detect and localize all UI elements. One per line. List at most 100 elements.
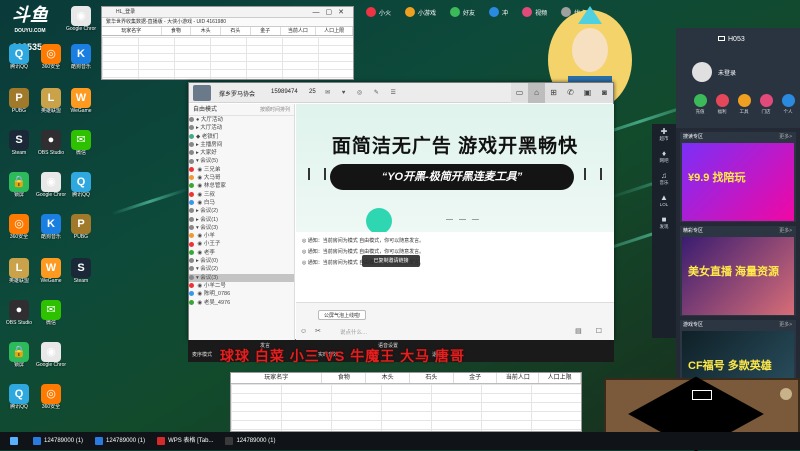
desktop-app-icon[interactable]: ◉Google Chrome bbox=[66, 6, 96, 40]
desktop-app-icon[interactable]: ● OBS Studio bbox=[36, 130, 66, 164]
zone-promo[interactable]: 美女直播 海量资源 bbox=[682, 237, 794, 315]
column-header[interactable]: 人口上限 bbox=[316, 27, 353, 35]
zone-more-link[interactable]: 更多> bbox=[779, 226, 792, 236]
column-header[interactable]: 食物 bbox=[322, 373, 367, 383]
channel-mode[interactable]: 自由模式 按顺时间排列 bbox=[189, 104, 294, 116]
nav-item[interactable]: ▲ LOL bbox=[652, 190, 676, 212]
header-icons[interactable]: ✉ ♥ ◎ ✎ ☰ bbox=[325, 89, 401, 96]
send-icons[interactable]: ▤ ☐ bbox=[575, 327, 608, 335]
desktop-app-icon[interactable]: W WeGame bbox=[66, 88, 96, 122]
column-header[interactable]: 石头 bbox=[221, 27, 251, 35]
message-input[interactable]: 说点什么… bbox=[340, 328, 368, 336]
column-header[interactable]: 人口上限 bbox=[539, 373, 581, 383]
banner-item[interactable]: 小游戏 bbox=[405, 7, 436, 17]
quick-button[interactable]: 门店 bbox=[756, 94, 776, 115]
quick-button[interactable]: 工具 bbox=[734, 94, 754, 115]
desktop-app-icon[interactable]: L 英雄联盟 bbox=[36, 88, 66, 122]
taskbar-item[interactable]: 124789000 (1) bbox=[221, 434, 279, 448]
column-header[interactable]: 玩家名字 bbox=[231, 373, 323, 383]
desktop-app-icon[interactable]: ◎ 360安全 bbox=[4, 214, 34, 248]
desktop-app-icon[interactable]: ◉Google Chrome bbox=[36, 342, 66, 376]
banner-item[interactable]: 好友 bbox=[450, 7, 475, 17]
taskbar-item[interactable]: WPS 表格 [Tab... bbox=[153, 434, 217, 448]
screen-icon[interactable]: ▭ bbox=[511, 83, 528, 103]
zone-promo[interactable]: ¥9.9 找陪玩 bbox=[682, 143, 794, 221]
desktop-app-icon[interactable]: ◎ 360安全 bbox=[36, 44, 66, 78]
channel-item[interactable]: ◉ 大马哥 bbox=[189, 174, 294, 182]
desktop-app-icon[interactable]: ◉Google Chrome bbox=[36, 172, 66, 206]
column-header[interactable]: 木头 bbox=[191, 27, 222, 35]
top-spreadsheet-window[interactable]: HL_登录 —▢✕ 繁华世界收集数据-直播版 - 大侠小游戏 - UID 416… bbox=[101, 6, 354, 80]
column-header[interactable]: 玩家名字 bbox=[102, 27, 162, 35]
desktop-app-icon[interactable]: ◎ 360安全 bbox=[36, 384, 66, 418]
column-header[interactable]: 石头 bbox=[410, 373, 454, 383]
window-controls[interactable]: —▢✕ bbox=[313, 7, 350, 17]
channel-item[interactable]: ▸ 大厅活动 bbox=[189, 124, 294, 132]
desktop-app-icon[interactable]: W WeGame bbox=[36, 258, 66, 292]
desktop-app-icon[interactable]: P PUBG bbox=[66, 214, 96, 248]
start-button[interactable] bbox=[6, 434, 25, 448]
channel-item[interactable]: ◆ 老铁们 bbox=[189, 133, 294, 141]
minimap-viewport[interactable] bbox=[692, 390, 712, 400]
zone-card[interactable]: 精彩专区 更多> 美女直播 海量资源 bbox=[680, 226, 796, 316]
channel-item[interactable]: ▸ 会议(0) bbox=[189, 257, 294, 265]
channel-item[interactable]: ◉ 三叔 bbox=[189, 191, 294, 199]
zone-more-link[interactable]: 更多> bbox=[779, 320, 792, 330]
column-header[interactable]: 当前人口 bbox=[497, 373, 540, 383]
channel-item[interactable]: ▾ 会议(2) bbox=[189, 265, 294, 273]
channel-item[interactable]: ▾ 会议(3) bbox=[189, 273, 294, 282]
quick-button[interactable]: 个人 bbox=[778, 94, 798, 115]
desktop-app-icon[interactable]: L 英雄联盟 bbox=[4, 258, 34, 292]
zone-more-link[interactable]: 更多> bbox=[779, 132, 792, 142]
nav-item[interactable]: ♫ 音乐 bbox=[652, 168, 676, 190]
minimap-button[interactable] bbox=[780, 388, 792, 400]
carousel-dots[interactable]: — — — bbox=[446, 216, 481, 223]
channel-item[interactable]: ◉ 小王子 bbox=[189, 240, 294, 248]
voice-chat-window[interactable]: 撑乡罗马协会 15989474 25 ✉ ♥ ◎ ✎ ☰ ▭ ⌂ ⊞ ✆ ▣ ◙… bbox=[188, 82, 614, 340]
channel-item[interactable]: ▸ 会议(1) bbox=[189, 216, 294, 224]
home-icon[interactable]: ⌂ bbox=[528, 83, 545, 103]
zone-card[interactable]: 搜读专区 更多> ¥9.9 找陪玩 bbox=[680, 132, 796, 222]
nav-item[interactable]: ✚ 超市 bbox=[652, 124, 676, 146]
nav-item[interactable]: ♦ 网吧 bbox=[652, 146, 676, 168]
quick-button[interactable]: 福利 bbox=[712, 94, 732, 115]
desktop-app-icon[interactable]: P PUBG bbox=[4, 88, 34, 122]
desktop-app-icon[interactable]: 🔒 锁屏 bbox=[4, 172, 34, 206]
desktop-app-icon[interactable]: K 酷狗音乐 bbox=[66, 44, 96, 78]
column-header[interactable]: 木头 bbox=[366, 373, 410, 383]
column-header[interactable]: 食物 bbox=[162, 27, 192, 35]
gamepad-icon[interactable]: ⊞ bbox=[545, 83, 562, 103]
taskbar-item[interactable]: 124789000 (1) bbox=[29, 434, 87, 448]
window-titlebar[interactable]: HL_登录 —▢✕ bbox=[102, 7, 353, 18]
column-header[interactable]: 金子 bbox=[251, 27, 281, 35]
channel-item[interactable]: ◉ 老吴_4976 bbox=[189, 299, 294, 307]
channel-item[interactable]: ◉ 小羊二号 bbox=[189, 282, 294, 290]
channel-item[interactable]: ▸ 会议(2) bbox=[189, 207, 294, 215]
desktop-app-icon[interactable]: Q 腾讯QQ bbox=[4, 44, 34, 78]
taskbar-item[interactable]: 124789000 (1) bbox=[91, 434, 149, 448]
user-name[interactable]: 未登录 bbox=[718, 68, 736, 77]
desktop-app-icon[interactable]: K 酷狗音乐 bbox=[36, 214, 66, 248]
channel-item[interactable]: ● 大厅活动 bbox=[189, 116, 294, 124]
bag-icon[interactable]: ◙ bbox=[596, 83, 613, 103]
channel-item[interactable]: ◉ 白马 bbox=[189, 199, 294, 207]
desktop-app-icon[interactable]: Q 腾讯QQ bbox=[4, 384, 34, 418]
channel-item[interactable]: ◉ 三兄弟 bbox=[189, 166, 294, 174]
channel-item[interactable]: ◉ 林总管家 bbox=[189, 182, 294, 190]
channel-item[interactable]: ◉ 老李 bbox=[189, 249, 294, 257]
ad-banner[interactable]: 面简洁无广告 游戏开黑畅快 “YO开黑-极简开黑连麦工具” — — — bbox=[296, 104, 614, 232]
channel-item[interactable]: ◉ 小羊 bbox=[189, 232, 294, 240]
avatar[interactable] bbox=[692, 62, 712, 82]
desktop-app-icon[interactable]: Q 腾讯QQ bbox=[66, 172, 96, 206]
desktop-app-icon[interactable]: 🔒 锁屏 bbox=[4, 342, 34, 376]
channel-item[interactable]: ▸ 主播房间 bbox=[189, 141, 294, 149]
quick-button[interactable]: 充值 bbox=[690, 94, 710, 115]
column-header[interactable]: 当前人口 bbox=[281, 27, 317, 35]
channel-item[interactable]: ◉ 陈明_0786 bbox=[189, 290, 294, 298]
channel-item[interactable]: ▾ 会议(3) bbox=[189, 224, 294, 232]
banner-item[interactable]: 小火 bbox=[366, 7, 391, 17]
desktop-app-icon[interactable]: S Steam bbox=[66, 258, 96, 292]
message-input-area[interactable]: 公屏气泡上线啦! ☺ ✂ 说点什么… ▤ ☐ bbox=[296, 302, 614, 340]
desktop-app-icon[interactable]: ✉ 微信 bbox=[66, 130, 96, 164]
bottom-spreadsheet-window[interactable]: 玩家名字 食物 木头 石头 金子 当前人口 人口上限 bbox=[230, 372, 582, 432]
